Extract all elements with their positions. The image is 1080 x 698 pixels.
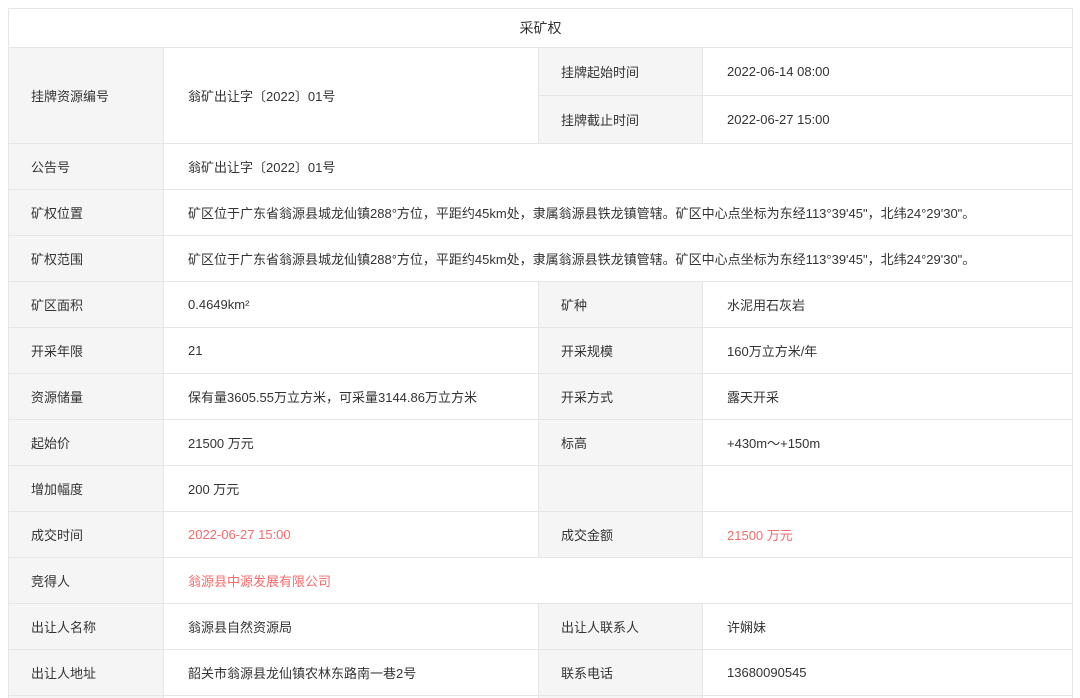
field-label-elevation: 标高 [539,420,703,466]
field-value-mining-location: 矿区位于广东省翁源县城龙仙镇288°方位，平距约45km处，隶属翁源县铁龙镇管辖… [164,190,1073,236]
field-label-listing-number: 挂牌资源编号 [9,48,164,144]
field-value-mineral-type: 水泥用石灰岩 [703,282,1073,328]
field-label-mining-location: 矿权位置 [9,190,164,236]
field-label-transferor-address: 出让人地址 [9,650,164,696]
field-value-transferor-address: 韶关市翁源县龙仙镇农林东路南一巷2号 [164,650,539,696]
table-title: 采矿权 [9,9,1073,48]
field-value-deal-time: 2022-06-27 15:00 [164,512,539,558]
field-label-listing-start-time: 挂牌起始时间 [539,48,703,96]
field-label-mining-scale: 开采规模 [539,328,703,374]
empty-label-cell [539,466,703,512]
field-label-contact-phone: 联系电话 [539,650,703,696]
field-value-mining-scale: 160万立方米/年 [703,328,1073,374]
field-value-mining-method: 露天开采 [703,374,1073,420]
field-label-resource-reserves: 资源储量 [9,374,164,420]
field-value-listing-end-time: 2022-06-27 15:00 [703,96,1073,144]
field-label-deal-time: 成交时间 [9,512,164,558]
field-value-mining-range: 矿区位于广东省翁源县城龙仙镇288°方位，平距约45km处，隶属翁源县铁龙镇管辖… [164,236,1073,282]
field-label-starting-price: 起始价 [9,420,164,466]
field-label-listing-end-time: 挂牌截止时间 [539,96,703,144]
field-label-mining-range: 矿权范围 [9,236,164,282]
field-value-starting-price: 21500 万元 [164,420,539,466]
field-value-transferor-contact: 许娴妹 [703,604,1073,650]
field-value-elevation: +430m～+150m [703,420,1073,466]
field-value-deal-amount: 21500 万元 [703,512,1073,558]
field-label-mineral-type: 矿种 [539,282,703,328]
field-value-increment: 200 万元 [164,466,539,512]
field-label-transferor-name: 出让人名称 [9,604,164,650]
field-value-transferor-name: 翁源县自然资源局 [164,604,539,650]
field-value-listing-number: 翁矿出让字〔2022〕01号 [164,48,539,144]
field-label-mining-area: 矿区面积 [9,282,164,328]
field-value-mining-area: 0.4649km² [164,282,539,328]
field-value-announcement-no: 翁矿出让字〔2022〕01号 [164,144,1073,190]
field-label-deal-amount: 成交金额 [539,512,703,558]
field-value-mining-years: 21 [164,328,539,374]
field-label-transferor-contact: 出让人联系人 [539,604,703,650]
field-label-mining-method: 开采方式 [539,374,703,420]
field-label-winning-bidder: 竞得人 [9,558,164,604]
field-value-listing-start-time: 2022-06-14 08:00 [703,48,1073,96]
field-value-winning-bidder: 翁源县中源发展有限公司 [164,558,1073,604]
mining-rights-table: 采矿权 挂牌资源编号 翁矿出让字〔2022〕01号 挂牌起始时间 2022-06… [8,8,1073,698]
empty-value-cell [703,466,1073,512]
field-label-mining-years: 开采年限 [9,328,164,374]
field-value-resource-reserves: 保有量3605.55万立方米，可采量3144.86万立方米 [164,374,539,420]
page: 采矿权 挂牌资源编号 翁矿出让字〔2022〕01号 挂牌起始时间 2022-06… [0,0,1080,698]
field-label-increment: 增加幅度 [9,466,164,512]
field-label-announcement-no: 公告号 [9,144,164,190]
field-value-contact-phone: 13680090545 [703,650,1073,696]
